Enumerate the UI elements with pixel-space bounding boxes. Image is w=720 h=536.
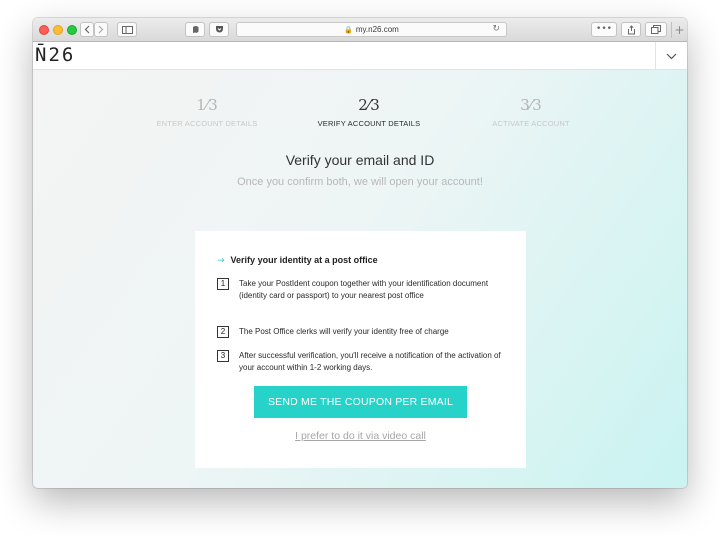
close-window-button[interactable] bbox=[39, 25, 49, 35]
elephant-icon bbox=[192, 26, 198, 33]
list-item-text: The Post Office clerks will verify your … bbox=[239, 327, 449, 336]
arrow-right-icon: → bbox=[217, 256, 225, 266]
zoom-window-button[interactable] bbox=[67, 25, 77, 35]
step-enter-account-details: 1⁄3 ENTER ACCOUNT DETAILS bbox=[147, 96, 267, 129]
chevron-left-icon bbox=[84, 25, 90, 34]
step-activate-account: 3⁄3 ACTIVATE ACCOUNT bbox=[471, 96, 591, 129]
step-number-box: 2 bbox=[217, 326, 229, 338]
chevron-right-icon bbox=[98, 25, 104, 34]
card-title: → Verify your identity at a post office bbox=[217, 255, 378, 266]
pocket-extension-button[interactable] bbox=[209, 22, 229, 37]
verification-card: → Verify your identity at a post office 1… bbox=[195, 231, 526, 468]
pocket-icon bbox=[215, 26, 223, 33]
tabs-overview-button[interactable] bbox=[645, 22, 667, 37]
step-number-box: 1 bbox=[217, 278, 229, 290]
chevron-down-icon bbox=[666, 53, 677, 59]
evernote-extension-button[interactable] bbox=[185, 22, 205, 37]
reload-icon[interactable]: ↻ bbox=[492, 24, 500, 34]
back-button[interactable] bbox=[80, 22, 94, 37]
send-coupon-button[interactable]: SEND ME THE COUPON PER EMAIL bbox=[254, 386, 467, 418]
forward-button[interactable] bbox=[94, 22, 108, 37]
browser-window: 🔒 my.n26.com ↻ ••• + N̄26 1⁄3 ENTER ACCO… bbox=[33, 18, 687, 488]
share-icon bbox=[627, 24, 635, 34]
page-subtitle: Once you confirm both, we will open your… bbox=[237, 176, 483, 188]
sidebar-icon bbox=[121, 25, 133, 34]
step-label: VERIFY ACCOUNT DETAILS bbox=[317, 119, 421, 128]
new-tab-button[interactable]: + bbox=[671, 22, 687, 38]
main-content: 1⁄3 ENTER ACCOUNT DETAILS 2⁄3 VERIFY ACC… bbox=[33, 70, 687, 488]
video-call-link[interactable]: I prefer to do it via video call bbox=[195, 430, 526, 442]
address-bar[interactable]: 🔒 my.n26.com ↻ bbox=[236, 22, 507, 37]
step-label: ACTIVATE ACCOUNT bbox=[492, 119, 570, 128]
step-number: 1⁄3 bbox=[196, 96, 218, 114]
step-label: ENTER ACCOUNT DETAILS bbox=[156, 119, 258, 128]
browser-toolbar: 🔒 my.n26.com ↻ ••• + bbox=[33, 18, 687, 42]
list-item-text: Take your PostIdent coupon together with… bbox=[239, 279, 489, 300]
more-button[interactable]: ••• bbox=[591, 22, 617, 37]
sidebar-button[interactable] bbox=[117, 22, 137, 37]
step-number: 3⁄3 bbox=[520, 96, 542, 114]
site-header: N̄26 bbox=[33, 42, 687, 70]
step-verify-account-details: 2⁄3 VERIFY ACCOUNT DETAILS bbox=[309, 96, 429, 129]
list-item-text: After successful verification, you'll re… bbox=[239, 351, 501, 372]
step-number-box: 3 bbox=[217, 350, 229, 362]
url-text: my.n26.com bbox=[355, 25, 399, 34]
minimize-window-button[interactable] bbox=[53, 25, 63, 35]
card-title-text: Verify your identity at a post office bbox=[230, 255, 378, 265]
n26-logo[interactable]: N̄26 bbox=[35, 44, 75, 66]
tabs-icon bbox=[651, 25, 661, 34]
lock-icon: 🔒 bbox=[344, 25, 353, 34]
step-number: 2⁄3 bbox=[358, 96, 380, 114]
share-button[interactable] bbox=[621, 22, 641, 37]
page-title: Verify your email and ID bbox=[285, 152, 435, 168]
menu-toggle-button[interactable] bbox=[655, 42, 687, 70]
